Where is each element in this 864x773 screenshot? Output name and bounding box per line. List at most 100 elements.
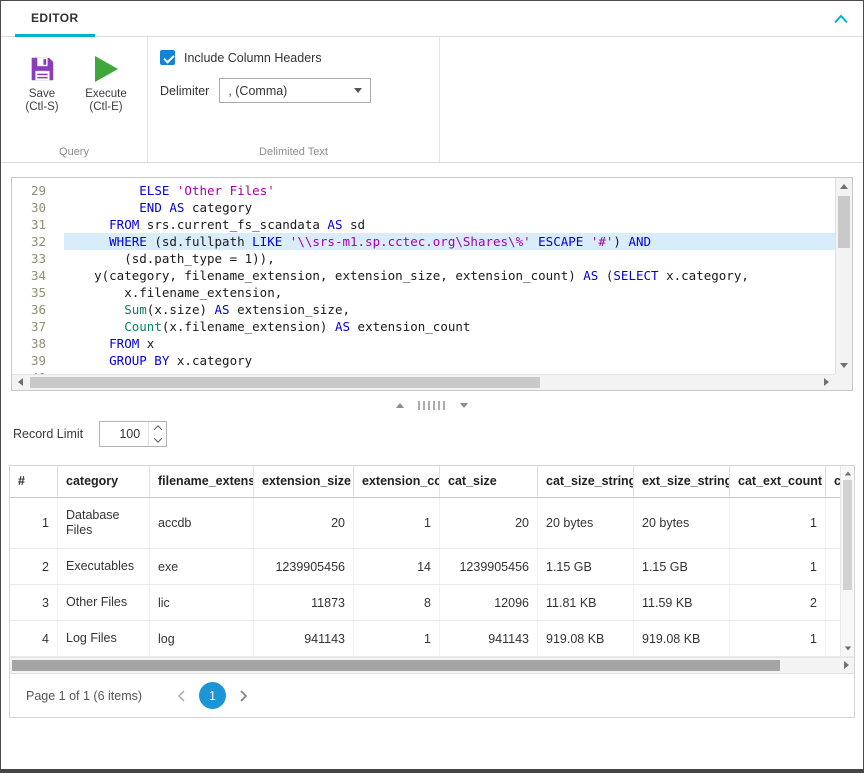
grid-body: 1Database Filesaccdb2012020 bytes20 byte…: [10, 498, 854, 657]
cell-#: 3: [10, 585, 58, 620]
scroll-left-icon[interactable]: [18, 378, 23, 386]
line-number: 31: [12, 216, 64, 233]
code-text: END AS category: [64, 199, 835, 216]
code-line-31[interactable]: 31 FROM srs.current_fs_scandata AS sd: [12, 216, 835, 233]
cell-category: Log Files: [58, 621, 150, 656]
line-number: 29: [12, 182, 64, 199]
cell-cat_size_string: 20 bytes: [538, 498, 634, 548]
editor-vertical-scrollbar[interactable]: [835, 178, 852, 374]
save-icon: [27, 51, 57, 87]
grid-header-row: #categoryfilename_extensionextension_siz…: [10, 466, 854, 498]
table-row[interactable]: 3Other Fileslic1187381209611.81 KB11.59 …: [10, 585, 854, 621]
code-text: (sd.path_type = 1)),: [64, 250, 835, 267]
pager-prev-icon[interactable]: [176, 689, 187, 703]
include-headers-checkbox[interactable]: [160, 50, 175, 65]
cell-cat_size_string: 919.08 KB: [538, 621, 634, 656]
table-row[interactable]: 2Executablesexe12399054561412399054561.1…: [10, 549, 854, 585]
execute-shortcut: (Ctl-E): [89, 101, 122, 113]
record-limit-spin-buttons: [148, 422, 166, 446]
grid-vertical-scrollbar[interactable]: [840, 466, 854, 656]
column-header-ext_size_string[interactable]: ext_size_string: [634, 466, 730, 497]
cell-extension_size: 1239905456: [254, 549, 354, 584]
code-text: Sum(x.size) AS extension_size,: [64, 301, 835, 318]
record-limit-increment-icon[interactable]: [149, 422, 166, 434]
grid-scroll-right-icon[interactable]: [844, 661, 849, 669]
cell-ext_size_string: 11.59 KB: [634, 585, 730, 620]
code-line-38[interactable]: 38 FROM x: [12, 335, 835, 352]
cell-cat_ext_count: 2: [730, 585, 826, 620]
pager-page-1[interactable]: 1: [199, 682, 226, 709]
code-text: GROUP BY x.category: [64, 352, 835, 369]
column-header-filename_extension[interactable]: filename_extension: [150, 466, 254, 497]
line-number: 38: [12, 335, 64, 352]
grid-horizontal-scrollbar-thumb[interactable]: [12, 660, 780, 671]
splitter-collapse-up-icon[interactable]: [396, 403, 404, 408]
grid-vertical-scrollbar-thumb[interactable]: [843, 480, 852, 590]
record-limit-decrement-icon[interactable]: [149, 434, 166, 446]
code-line-34[interactable]: 34 y(category, filename_extension, exten…: [12, 267, 835, 284]
cell-cat_size: 20: [440, 498, 538, 548]
cell-cat_size: 12096: [440, 585, 538, 620]
column-header-cat_size_string[interactable]: cat_size_string: [538, 466, 634, 497]
save-shortcut: (Ctl-S): [25, 101, 58, 113]
include-headers-row: Include Column Headers: [160, 50, 427, 65]
sql-editor[interactable]: 29 ELSE 'Other Files'30 END AS category3…: [11, 177, 853, 391]
execute-icon: [95, 51, 118, 87]
code-text: x.filename_extension,: [64, 284, 835, 301]
code-line-36[interactable]: 36 Sum(x.size) AS extension_size,: [12, 301, 835, 318]
cell-extension_size: 11873: [254, 585, 354, 620]
tab-editor[interactable]: EDITOR: [15, 1, 95, 37]
column-header-cat_size[interactable]: cat_size: [440, 466, 538, 497]
cell-#: 4: [10, 621, 58, 656]
pager-next-icon[interactable]: [238, 689, 249, 703]
column-header-cat_ext_count[interactable]: cat_ext_count: [730, 466, 826, 497]
save-button[interactable]: Save (Ctl-S): [13, 47, 71, 113]
table-row[interactable]: 1Database Filesaccdb2012020 bytes20 byte…: [10, 498, 854, 549]
code-line-39[interactable]: 39 GROUP BY x.category: [12, 352, 835, 369]
scroll-down-icon[interactable]: [840, 363, 848, 368]
cell-extension_count: 14: [354, 549, 440, 584]
code-line-32[interactable]: 32 WHERE (sd.fullpath LIKE '\\srs-m1.sp.…: [12, 233, 835, 250]
cell-cat_size_string: 1.15 GB: [538, 549, 634, 584]
collapse-panel-icon[interactable]: [833, 13, 849, 25]
splitter[interactable]: [1, 391, 863, 419]
line-number: 32: [12, 233, 64, 250]
delimiter-label: Delimiter: [160, 84, 209, 98]
cell-category: Executables: [58, 549, 150, 584]
code-line-35[interactable]: 35 x.filename_extension,: [12, 284, 835, 301]
grid-horizontal-scrollbar[interactable]: [10, 657, 854, 673]
editor-horizontal-scrollbar[interactable]: [12, 374, 835, 390]
toolbar-group-delimited-text: Include Column Headers Delimiter , (Comm…: [148, 37, 440, 162]
toolbar: Save (Ctl-S) Execute (Ctl-E) Query Inclu…: [1, 37, 863, 163]
code-lines[interactable]: 29 ELSE 'Other Files'30 END AS category3…: [12, 178, 835, 374]
vertical-scrollbar-thumb[interactable]: [838, 196, 850, 248]
column-header-extension_size[interactable]: extension_size: [254, 466, 354, 497]
column-header-#[interactable]: #: [10, 466, 58, 497]
table-row[interactable]: 4Log Fileslog9411431941143919.08 KB919.0…: [10, 621, 854, 657]
save-label: Save: [29, 88, 55, 100]
code-text: Count(x.filename_extension) AS extension…: [64, 318, 835, 335]
delimited-text-group-label: Delimited Text: [148, 146, 439, 158]
splitter-expand-down-icon[interactable]: [460, 403, 468, 408]
code-line-37[interactable]: 37 Count(x.filename_extension) AS extens…: [12, 318, 835, 335]
cell-filename_extension: accdb: [150, 498, 254, 548]
horizontal-scrollbar-thumb[interactable]: [30, 377, 540, 388]
line-number: 34: [12, 267, 64, 284]
splitter-grip[interactable]: [418, 401, 446, 410]
cell-filename_extension: exe: [150, 549, 254, 584]
scroll-right-icon[interactable]: [824, 378, 829, 386]
delimiter-dropdown[interactable]: , (Comma): [219, 78, 371, 103]
code-line-29[interactable]: 29 ELSE 'Other Files': [12, 182, 835, 199]
scroll-up-icon[interactable]: [840, 184, 848, 189]
column-header-category[interactable]: category: [58, 466, 150, 497]
code-line-33[interactable]: 33 (sd.path_type = 1)),: [12, 250, 835, 267]
execute-button[interactable]: Execute (Ctl-E): [77, 47, 135, 113]
grid-scroll-down-icon[interactable]: [845, 647, 851, 651]
grid-scroll-up-icon[interactable]: [845, 472, 851, 476]
column-header-extension_count[interactable]: extension_count: [354, 466, 440, 497]
record-limit-spinbox: [99, 421, 167, 447]
line-number: 36: [12, 301, 64, 318]
code-line-30[interactable]: 30 END AS category: [12, 199, 835, 216]
cell-extension_size: 20: [254, 498, 354, 548]
cell-cat_ext_count: 1: [730, 621, 826, 656]
